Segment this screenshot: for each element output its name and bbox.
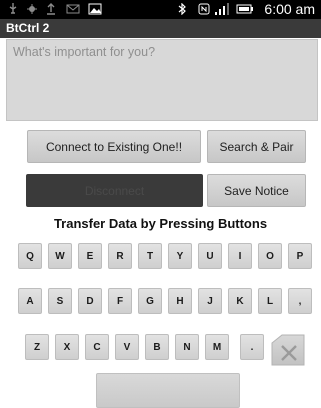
nfc-icon bbox=[198, 3, 210, 15]
key-k[interactable]: K bbox=[228, 288, 252, 314]
key-c[interactable]: C bbox=[85, 334, 109, 360]
key-y[interactable]: Y bbox=[168, 243, 192, 269]
key-u[interactable]: U bbox=[198, 243, 222, 269]
battery-icon bbox=[236, 4, 253, 14]
notice-placeholder: What's important for you? bbox=[13, 45, 156, 59]
usb-debug-icon bbox=[27, 4, 37, 14]
key-b[interactable]: B bbox=[145, 334, 169, 360]
key-period[interactable]: . bbox=[240, 334, 264, 360]
usb-icon bbox=[9, 3, 17, 14]
key-d[interactable]: D bbox=[78, 288, 102, 314]
key-i[interactable]: I bbox=[228, 243, 252, 269]
email-icon bbox=[66, 4, 80, 14]
save-notice-button[interactable]: Save Notice bbox=[207, 174, 306, 207]
key-n[interactable]: N bbox=[175, 334, 199, 360]
key-l[interactable]: L bbox=[258, 288, 282, 314]
notice-input[interactable]: What's important for you? bbox=[6, 39, 318, 121]
app-title: BtCtrl 2 bbox=[6, 21, 50, 35]
key-e[interactable]: E bbox=[78, 243, 102, 269]
key-a[interactable]: A bbox=[18, 288, 42, 314]
key-s[interactable]: S bbox=[48, 288, 72, 314]
search-pair-button[interactable]: Search & Pair bbox=[207, 130, 306, 163]
key-w[interactable]: W bbox=[48, 243, 72, 269]
key-j[interactable]: J bbox=[198, 288, 222, 314]
key-x[interactable]: X bbox=[55, 334, 79, 360]
section-title: Transfer Data by Pressing Buttons bbox=[53, 216, 268, 231]
key-g[interactable]: G bbox=[138, 288, 162, 314]
delete-key[interactable] bbox=[269, 333, 306, 367]
image-icon bbox=[88, 3, 102, 15]
key-o[interactable]: O bbox=[258, 243, 282, 269]
key-z[interactable]: Z bbox=[25, 334, 49, 360]
key-t[interactable]: T bbox=[138, 243, 162, 269]
key-p[interactable]: P bbox=[288, 243, 312, 269]
disconnect-button[interactable]: Disconnect bbox=[26, 174, 203, 207]
bluetooth-icon bbox=[178, 3, 186, 15]
key-v[interactable]: V bbox=[115, 334, 139, 360]
signal-icon bbox=[215, 3, 229, 15]
key-r[interactable]: R bbox=[108, 243, 132, 269]
connect-existing-button[interactable]: Connect to Existing One!! bbox=[27, 130, 201, 163]
status-time: 6:00 am bbox=[264, 1, 315, 17]
key-comma[interactable]: , bbox=[288, 288, 312, 314]
delete-icon bbox=[271, 334, 305, 366]
status-bar: 6:00 am bbox=[0, 0, 321, 19]
app-title-bar: BtCtrl 2 bbox=[0, 19, 321, 38]
key-m[interactable]: M bbox=[205, 334, 229, 360]
upload-icon bbox=[47, 3, 55, 15]
key-q[interactable]: Q bbox=[18, 243, 42, 269]
key-h[interactable]: H bbox=[168, 288, 192, 314]
key-f[interactable]: F bbox=[108, 288, 132, 314]
bottom-action-bar[interactable] bbox=[96, 373, 240, 408]
